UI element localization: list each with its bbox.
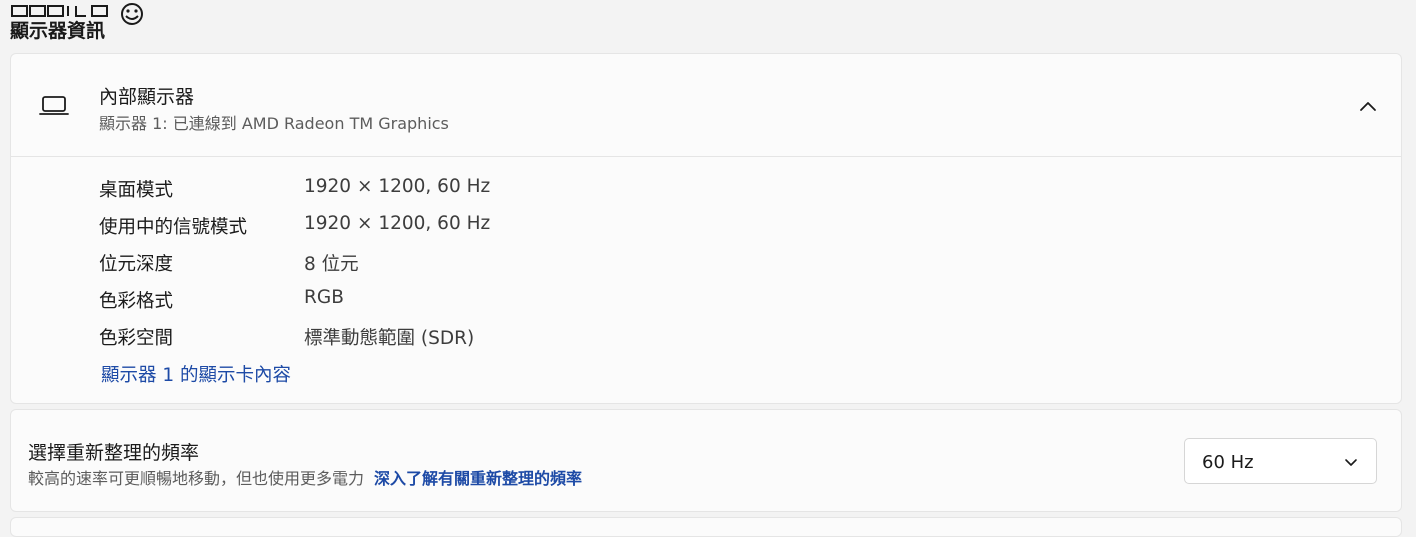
- info-value: 1920 × 1200, 60 Hz: [304, 213, 491, 234]
- refresh-rate-description: 較高的速率可更順暢地移動，但也使用更多電力: [28, 469, 365, 488]
- chevron-up-icon[interactable]: [1357, 95, 1379, 117]
- display-adapter-properties-link[interactable]: 顯示器 1 的顯示卡內容: [101, 361, 291, 387]
- refresh-rate-title: 選擇重新整理的頻率: [28, 442, 200, 464]
- info-label: 位元深度: [99, 254, 174, 275]
- info-value: 1920 × 1200, 60 Hz: [304, 176, 491, 197]
- info-label: 使用中的信號模式: [99, 217, 248, 238]
- info-row-active-signal-mode: 使用中的信號模式 1920 × 1200, 60 Hz: [99, 213, 899, 243]
- laptop-icon: [39, 96, 69, 115]
- info-row-color-format: 色彩格式 RGB: [99, 287, 899, 317]
- info-value: RGB: [304, 287, 344, 308]
- internal-display-subtitle: 顯示器 1: 已連線到 AMD Radeon TM Graphics: [99, 114, 449, 133]
- chevron-down-icon: [1345, 459, 1357, 466]
- learn-more-refresh-rate-link[interactable]: 深入了解有關重新整理的頻率: [374, 469, 582, 488]
- page-title: 顯示器資訊: [10, 20, 106, 42]
- info-value: 標準動態範圍 (SDR): [304, 328, 475, 349]
- info-row-desktop-mode: 桌面模式 1920 × 1200, 60 Hz: [99, 176, 899, 206]
- refresh-rate-selected-value: 60 Hz: [1202, 452, 1254, 473]
- internal-display-title: 內部顯示器: [99, 86, 195, 108]
- refresh-rate-card: 選擇重新整理的頻率 較高的速率可更順暢地移動，但也使用更多電力 深入了解有關重新整…: [10, 409, 1402, 512]
- internal-display-header[interactable]: 內部顯示器 顯示器 1: 已連線到 AMD Radeon TM Graphics: [11, 54, 1401, 157]
- info-value: 8 位元: [304, 254, 359, 275]
- internal-display-card: 內部顯示器 顯示器 1: 已連線到 AMD Radeon TM Graphics…: [10, 53, 1402, 404]
- info-label: 色彩空間: [99, 328, 174, 349]
- info-row-bit-depth: 位元深度 8 位元: [99, 250, 899, 280]
- refresh-rate-description-line: 較高的速率可更順暢地移動，但也使用更多電力 深入了解有關重新整理的頻率: [28, 465, 582, 489]
- next-settings-card: [10, 517, 1402, 537]
- info-row-color-space: 色彩空間 標準動態範圍 (SDR): [99, 324, 899, 354]
- info-label: 桌面模式: [99, 180, 174, 201]
- info-label: 色彩格式: [99, 291, 174, 312]
- refresh-rate-dropdown[interactable]: 60 Hz: [1184, 438, 1377, 484]
